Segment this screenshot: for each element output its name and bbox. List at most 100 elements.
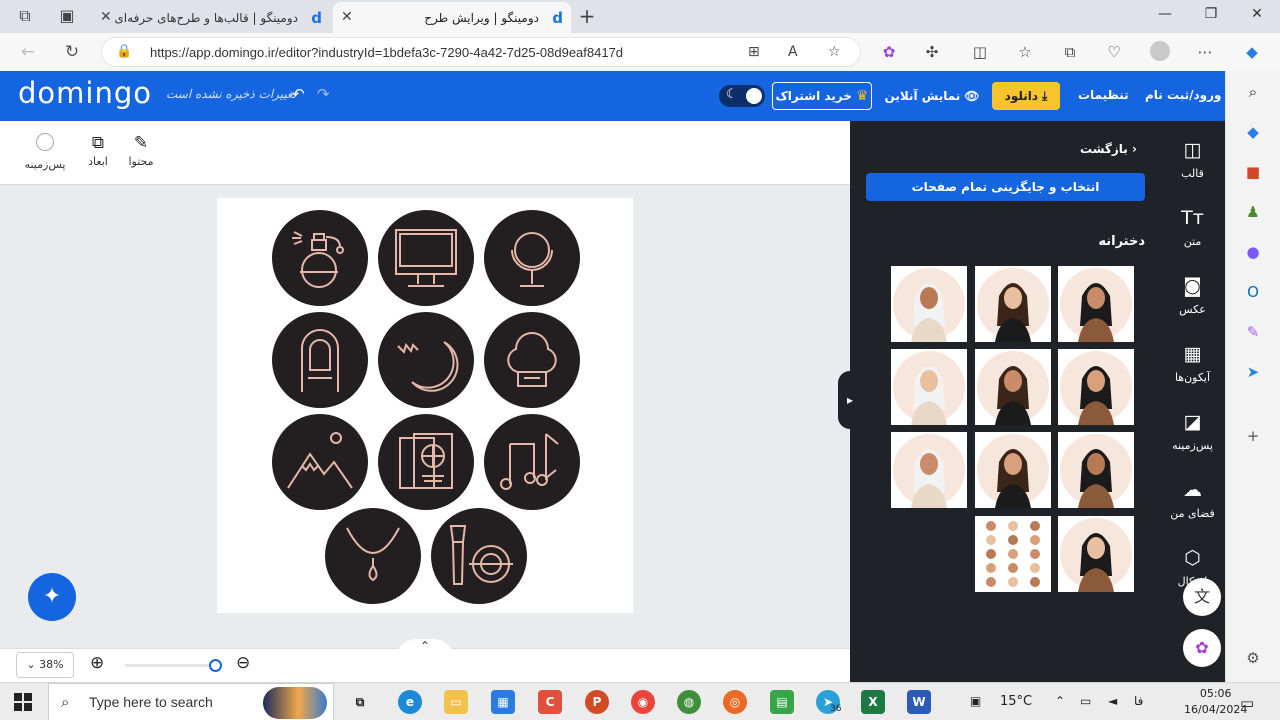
lock-icon[interactable]: 🔒 [116, 44, 132, 59]
girl-template-thumbnail[interactable] [1058, 266, 1134, 342]
zoom-slider-thumb[interactable] [209, 659, 222, 672]
necklace-highlight[interactable] [325, 508, 421, 604]
workspaces-icon[interactable]: ⧉ [16, 7, 34, 25]
network-icon[interactable]: ▭ [1080, 694, 1091, 708]
girl-template-thumbnail[interactable] [975, 516, 1051, 592]
designer-icon[interactable]: ✎ [1242, 321, 1264, 343]
clock[interactable]: 05:06 16/04/2024 [1184, 686, 1247, 718]
copilot-extension-icon[interactable]: ✿ [879, 42, 899, 62]
download-button[interactable]: ⤓ دانلود [992, 82, 1060, 110]
redo-icon[interactable]: ↷ [317, 85, 330, 103]
pages-expand-button[interactable]: ⌃ [395, 639, 455, 661]
translate-button[interactable]: 文 [1183, 578, 1221, 616]
zoom-in-icon[interactable]: ⊕ [90, 653, 104, 673]
girl-template-thumbnail[interactable] [891, 349, 967, 425]
more-menu-icon[interactable]: ⋯ [1195, 42, 1215, 62]
performance-icon[interactable]: ♡ [1104, 42, 1124, 62]
nav-text[interactable]: Tт متن [1160, 207, 1225, 248]
chrome-icon[interactable]: ◉ [631, 690, 655, 714]
shopping-tag-icon[interactable]: ◆ [1242, 121, 1264, 143]
app-available-icon[interactable]: ⊞ [748, 44, 760, 60]
globe-app-icon[interactable]: ◍ [677, 690, 701, 714]
girl-template-thumbnail[interactable] [1058, 349, 1134, 425]
tools-icon[interactable]: ■ [1242, 161, 1264, 183]
collections-icon[interactable]: ⧉ [1060, 42, 1080, 62]
nav-template[interactable]: ◫ قالب [1160, 139, 1225, 180]
domingo-logo[interactable]: domingo [18, 76, 152, 110]
nav-background[interactable]: ◪ پس‌زمینه [1160, 411, 1225, 452]
notes-app-icon[interactable]: ▤ [770, 690, 794, 714]
add-sidebar-app-icon[interactable]: + [1242, 425, 1264, 447]
tray-chevron-up-icon[interactable]: ⌃ [1055, 694, 1065, 708]
profile-avatar[interactable] [1150, 41, 1170, 61]
nav-icons[interactable]: ▦ آیکون‌ها [1160, 343, 1225, 384]
url-field[interactable]: 🔒 https://app.domingo.ir/editor?industry… [101, 37, 861, 67]
girl-template-thumbnail[interactable] [975, 349, 1051, 425]
weather-icon[interactable]: ▣ [970, 694, 981, 708]
tab-templates[interactable]: d دومینگو | قالب‌ها و طرح‌های حرفه‌ای ✕ [92, 2, 330, 33]
monitor-highlight[interactable] [378, 210, 474, 306]
zoom-out-icon[interactable]: ⊖ [236, 653, 250, 673]
mountain-highlight[interactable] [272, 414, 368, 510]
tab-actions-icon[interactable]: ▣ [58, 7, 76, 25]
firefox-icon[interactable]: ◎ [723, 690, 747, 714]
nav-photo[interactable]: ◙ عکس [1160, 275, 1225, 316]
nail-highlight[interactable] [272, 312, 368, 408]
copilot-icon[interactable]: ◆ [1242, 42, 1262, 62]
music-highlight[interactable] [484, 414, 580, 510]
windows-start-icon[interactable] [14, 693, 32, 711]
zoom-select[interactable]: ⌄ 38% [16, 652, 74, 678]
perfume-highlight[interactable] [272, 210, 368, 306]
back-arrow-icon[interactable]: ← [17, 41, 39, 63]
input-language[interactable]: فا [1134, 694, 1143, 708]
task-view-icon[interactable]: ⧉ [348, 690, 372, 714]
read-aloud-icon[interactable]: A [788, 44, 798, 60]
undo-icon[interactable]: ↶ [292, 85, 305, 103]
dark-mode-toggle[interactable]: ☾ [719, 85, 765, 107]
girl-template-thumbnail[interactable] [975, 432, 1051, 508]
games-icon[interactable]: ♟ [1242, 201, 1264, 223]
girl-template-thumbnail[interactable] [1058, 516, 1134, 592]
content-tool[interactable]: ✎ محتوا [116, 133, 166, 168]
online-preview-button[interactable]: 👁 نمایش آنلاین [882, 82, 982, 110]
split-screen-icon[interactable]: ◫ [970, 42, 990, 62]
moon-highlight[interactable] [378, 312, 474, 408]
back-button[interactable]: ‹ بازگشت [1080, 142, 1137, 156]
passport-highlight[interactable] [378, 414, 474, 510]
notifications-icon[interactable]: ▭ [1240, 694, 1254, 712]
select-all-pages-button[interactable]: انتخاب و جایگزینی تمام صفحات [866, 173, 1145, 201]
search-icon[interactable]: ⌕ [1242, 81, 1264, 103]
refresh-icon[interactable]: ↻ [61, 41, 83, 63]
temperature[interactable]: 15°C [1000, 694, 1032, 709]
close-tab-icon[interactable]: ✕ [100, 9, 112, 25]
background-tool[interactable]: پس‌زمینه [20, 133, 70, 171]
design-page[interactable] [217, 198, 633, 613]
girl-template-thumbnail[interactable] [1058, 432, 1134, 508]
girl-template-thumbnail[interactable] [975, 266, 1051, 342]
makeup-highlight[interactable] [431, 508, 527, 604]
settings-link[interactable]: تنظیمات [1078, 88, 1129, 102]
microsoft365-icon[interactable]: ● [1242, 241, 1264, 263]
tab-editor[interactable]: d دومینگو | ویرایش طرح ✕ [333, 2, 571, 33]
girl-template-thumbnail[interactable] [891, 432, 967, 508]
magic-wand-button[interactable]: ✦ [28, 573, 76, 621]
favorite-star-icon[interactable]: ☆ [828, 44, 841, 60]
girl-template-thumbnail[interactable] [891, 266, 967, 342]
close-tab-icon[interactable]: ✕ [341, 9, 353, 25]
sidebar-settings-icon[interactable]: ⚙ [1242, 647, 1264, 669]
chef-hat-highlight[interactable] [484, 312, 580, 408]
mirror-highlight[interactable] [484, 210, 580, 306]
outlook-icon[interactable]: O [1242, 281, 1264, 303]
extensions-icon[interactable]: ✣ [922, 42, 942, 62]
word-icon[interactable]: W [907, 690, 931, 714]
store-icon[interactable]: ▦ [491, 690, 515, 714]
excel-icon[interactable]: X [861, 690, 885, 714]
minimize-icon[interactable]: — [1150, 6, 1180, 22]
favorites-icon[interactable]: ☆ [1015, 42, 1035, 62]
nav-my-space[interactable]: ☁ فضای من [1160, 479, 1225, 520]
edge-app-icon[interactable]: e [398, 690, 422, 714]
url-text[interactable]: https://app.domingo.ir/editor?industryId… [150, 45, 623, 60]
new-tab-button[interactable]: + [578, 6, 596, 26]
app-c-icon[interactable]: C [538, 690, 562, 714]
taskbar-search[interactable]: ⌕ Type here to search [48, 683, 334, 720]
